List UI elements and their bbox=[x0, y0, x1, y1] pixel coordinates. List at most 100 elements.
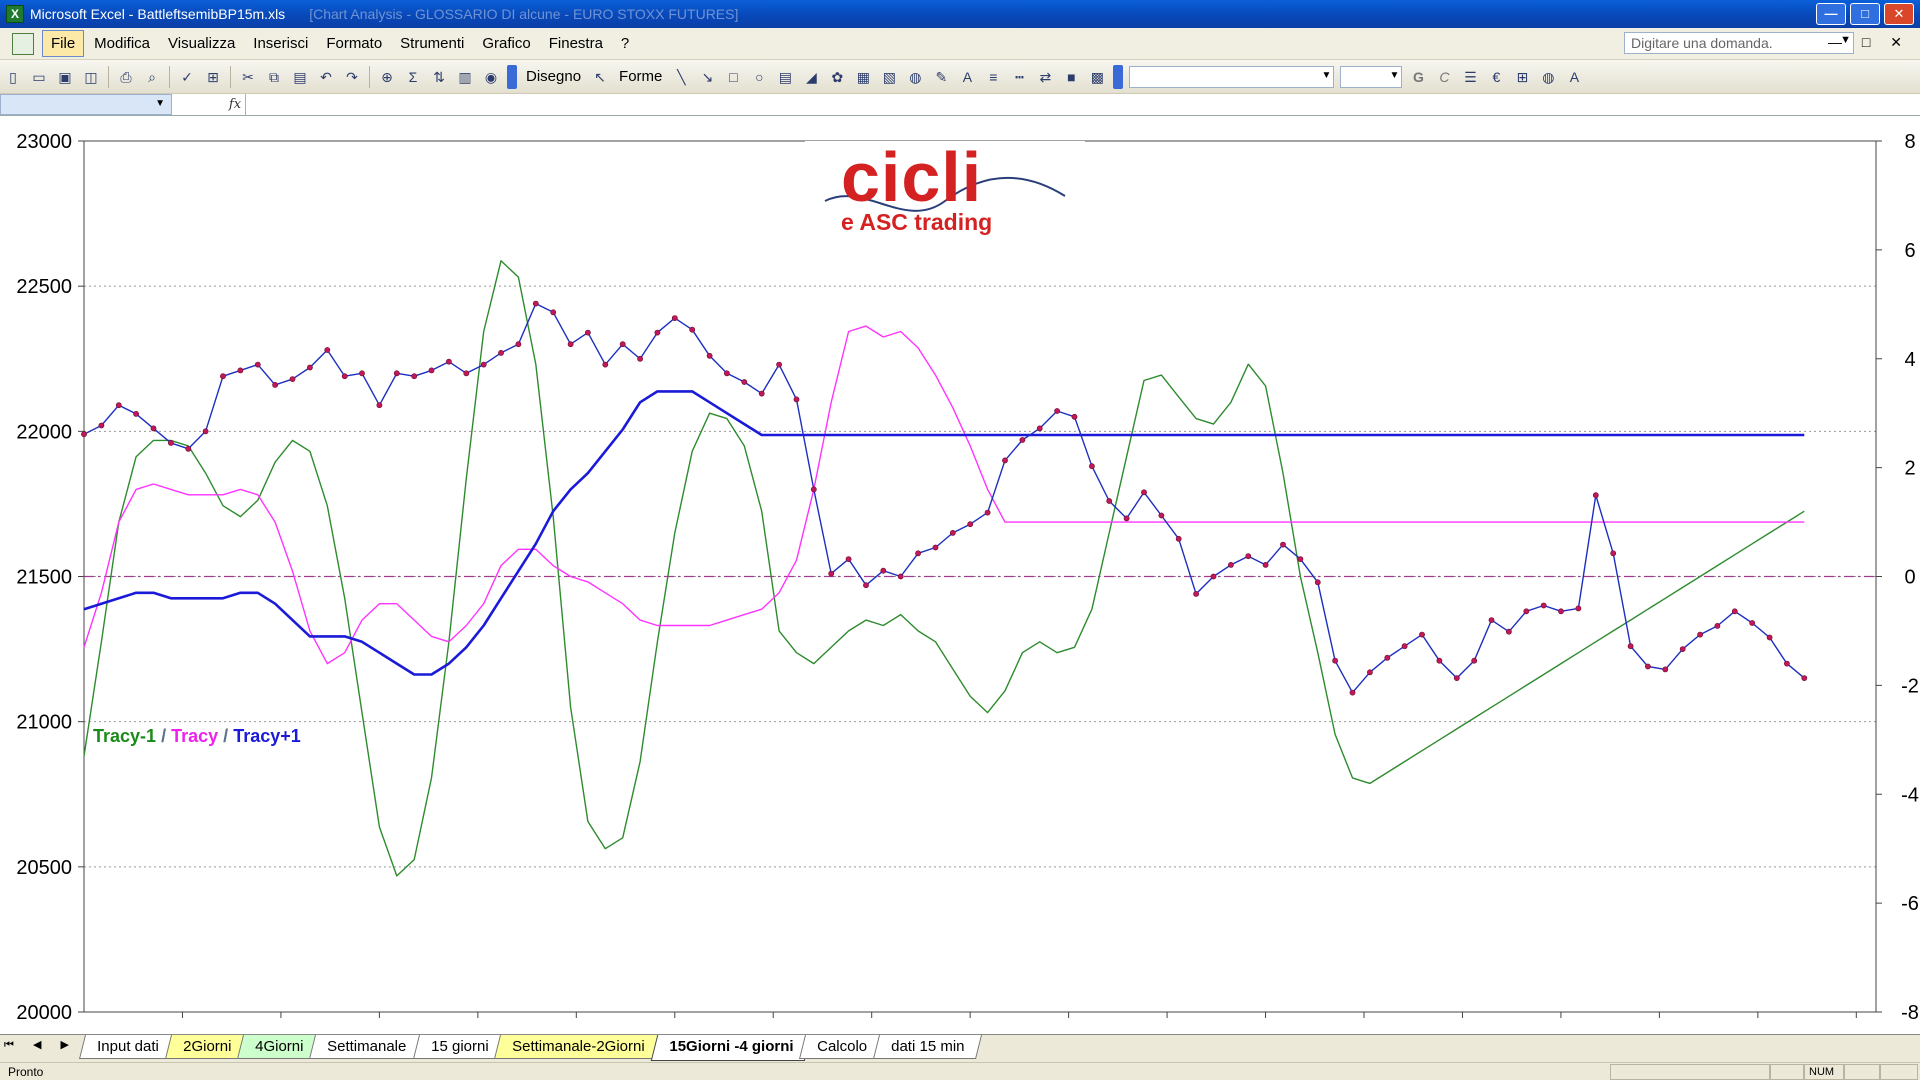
help-search-input[interactable]: Digitare una domanda. ▼ bbox=[1624, 32, 1854, 54]
euro-button[interactable]: € bbox=[1485, 66, 1507, 88]
sheet-tab[interactable]: Settimanale-2Giorni bbox=[494, 1035, 663, 1059]
chevron-down-icon[interactable]: ▼ bbox=[1321, 70, 1331, 81]
sheet-tab[interactable]: dati 15 min bbox=[872, 1035, 983, 1059]
name-box[interactable]: ▼ bbox=[0, 94, 172, 115]
shadow-icon[interactable]: ■ bbox=[1060, 66, 1082, 88]
menu-visualizza[interactable]: Visualizza bbox=[160, 31, 243, 56]
print-preview-icon[interactable]: ⌕ bbox=[141, 66, 163, 88]
shapes-menu-button[interactable]: Forme bbox=[619, 68, 662, 85]
open-folder-icon[interactable]: ▭ bbox=[28, 66, 50, 88]
new-file-icon[interactable]: ▯ bbox=[2, 66, 24, 88]
hyperlink-icon[interactable]: ⊕ bbox=[376, 66, 398, 88]
series-tracy-plus1-line bbox=[83, 390, 1805, 676]
paste-icon[interactable]: ▤ bbox=[289, 66, 311, 88]
line-color-icon[interactable]: ✎ bbox=[930, 66, 952, 88]
menu-help[interactable]: ? bbox=[613, 31, 637, 56]
sheet-tab[interactable]: Calcolo bbox=[798, 1035, 885, 1059]
picture-icon[interactable]: ▧ bbox=[878, 66, 900, 88]
redo-icon[interactable]: ↷ bbox=[341, 66, 363, 88]
line-icon[interactable]: ╲ bbox=[670, 66, 692, 88]
sum-icon[interactable]: Σ bbox=[402, 66, 424, 88]
italic-button[interactable]: C bbox=[1433, 66, 1455, 88]
sheet-tab[interactable]: 2Giorni bbox=[164, 1035, 250, 1059]
arrow-style-icon[interactable]: ⇄ bbox=[1034, 66, 1056, 88]
workbook-icon[interactable] bbox=[12, 32, 34, 55]
right-tick-label: 6 bbox=[1904, 240, 1915, 262]
title-bar: X Microsoft Excel - BattleftsemibBP15m.x… bbox=[0, 0, 1920, 28]
help-placeholder: Digitare una domanda. bbox=[1631, 35, 1773, 51]
research-icon[interactable]: ⊞ bbox=[202, 66, 224, 88]
font-size-combo[interactable]: ▼ bbox=[1340, 65, 1403, 88]
minimize-button[interactable]: — bbox=[1816, 3, 1846, 25]
maximize-button[interactable]: □ bbox=[1850, 3, 1880, 25]
menu-modifica[interactable]: Modifica bbox=[86, 31, 158, 56]
print-icon[interactable]: ⎙ bbox=[115, 66, 137, 88]
fill-color-icon[interactable]: ◍ bbox=[904, 66, 926, 88]
undo-icon[interactable]: ↶ bbox=[315, 66, 337, 88]
menu-grafico[interactable]: Grafico bbox=[474, 31, 538, 56]
toolbar-handle[interactable] bbox=[1113, 64, 1124, 89]
save-icon[interactable]: ▣ bbox=[54, 66, 76, 88]
legend-tracy-minus1: Tracy-1 bbox=[93, 726, 157, 746]
price-point bbox=[1141, 489, 1147, 496]
rectangle-icon[interactable]: □ bbox=[722, 66, 744, 88]
font-name-combo[interactable]: ▼ bbox=[1129, 65, 1335, 88]
chevron-down-icon[interactable]: ▼ bbox=[1389, 70, 1399, 81]
text-color-icon[interactable]: A bbox=[1563, 66, 1585, 88]
wordart-icon[interactable]: ◢ bbox=[800, 66, 822, 88]
toolbar-handle[interactable] bbox=[507, 64, 517, 89]
menu-finestra[interactable]: Finestra bbox=[541, 31, 611, 56]
sheet-tab[interactable]: 15 giorni bbox=[412, 1035, 507, 1059]
menu-formato[interactable]: Formato bbox=[318, 31, 390, 56]
price-point bbox=[550, 309, 557, 316]
menu-inserisci[interactable]: Inserisci bbox=[245, 31, 316, 56]
chart-svg[interactable]: 20000 20500 21000 21500 22000 22500 23000 -8 -6 -… bbox=[0, 117, 1920, 1034]
sort-icon[interactable]: ⇅ bbox=[428, 66, 450, 88]
price-point bbox=[306, 364, 313, 371]
copy-icon[interactable]: ⧉ bbox=[263, 66, 285, 88]
workbook-window-controls[interactable]: — □ ✕ bbox=[1828, 34, 1910, 51]
line-style-icon[interactable]: ≡ bbox=[982, 66, 1004, 88]
sheet-tab[interactable]: 15Giorni -4 giorni bbox=[650, 1035, 812, 1061]
chart-legend: Tracy-1 / Tracy / Tracy+1 bbox=[93, 726, 301, 747]
sheet-tab-label: 15 giorni bbox=[430, 1038, 489, 1055]
cut-icon[interactable]: ✂ bbox=[237, 66, 259, 88]
excel-icon[interactable]: X bbox=[6, 5, 24, 23]
menu-file[interactable]: File bbox=[42, 30, 85, 57]
diagram-icon[interactable]: ✿ bbox=[826, 66, 848, 88]
price-point bbox=[828, 570, 835, 577]
arrow-icon[interactable]: ↘ bbox=[696, 66, 718, 88]
price-point bbox=[480, 361, 487, 368]
help-icon[interactable]: ◉ bbox=[480, 66, 502, 88]
price-point bbox=[1036, 425, 1043, 432]
chevron-down-icon[interactable]: ▼ bbox=[155, 98, 165, 109]
clipart-icon[interactable]: ▦ bbox=[852, 66, 874, 88]
chart-wizard-icon[interactable]: ▥ bbox=[454, 66, 476, 88]
textbox-icon[interactable]: ▤ bbox=[774, 66, 796, 88]
select-pointer-icon[interactable]: ↖ bbox=[589, 66, 611, 88]
permission-icon[interactable]: ◫ bbox=[80, 66, 102, 88]
sheet-tab[interactable]: Settimanale bbox=[309, 1035, 425, 1059]
dash-style-icon[interactable]: ┅ bbox=[1008, 66, 1030, 88]
borders-icon[interactable]: ⊞ bbox=[1511, 66, 1533, 88]
insert-function-button[interactable]: fx bbox=[226, 94, 244, 115]
bold-button[interactable]: G bbox=[1407, 66, 1429, 88]
formula-input[interactable] bbox=[245, 94, 1920, 115]
draw-menu-button[interactable]: Disegno bbox=[526, 68, 581, 85]
ellipse-icon[interactable]: ○ bbox=[748, 66, 770, 88]
sheet-tab[interactable]: Input dati bbox=[79, 1035, 177, 1059]
menu-strumenti[interactable]: Strumenti bbox=[392, 31, 472, 56]
spelling-icon[interactable]: ✓ bbox=[176, 66, 198, 88]
3d-icon[interactable]: ▩ bbox=[1086, 66, 1108, 88]
align-icon[interactable]: ☰ bbox=[1459, 66, 1481, 88]
chart-area[interactable]: 20000 20500 21000 21500 22000 22500 23000 -8 -6 -… bbox=[0, 117, 1920, 1034]
close-button[interactable]: ✕ bbox=[1884, 3, 1914, 25]
price-point bbox=[1401, 643, 1408, 650]
price-point bbox=[1749, 620, 1756, 626]
window-controls: — □ ✕ bbox=[1816, 3, 1914, 25]
price-point bbox=[1297, 556, 1304, 562]
legend-tracy: Tracy bbox=[171, 726, 219, 746]
fill-bucket-icon[interactable]: ◍ bbox=[1537, 66, 1559, 88]
sheet-tab-label: 4Giorni bbox=[255, 1038, 304, 1055]
font-color-icon[interactable]: A bbox=[956, 66, 978, 88]
